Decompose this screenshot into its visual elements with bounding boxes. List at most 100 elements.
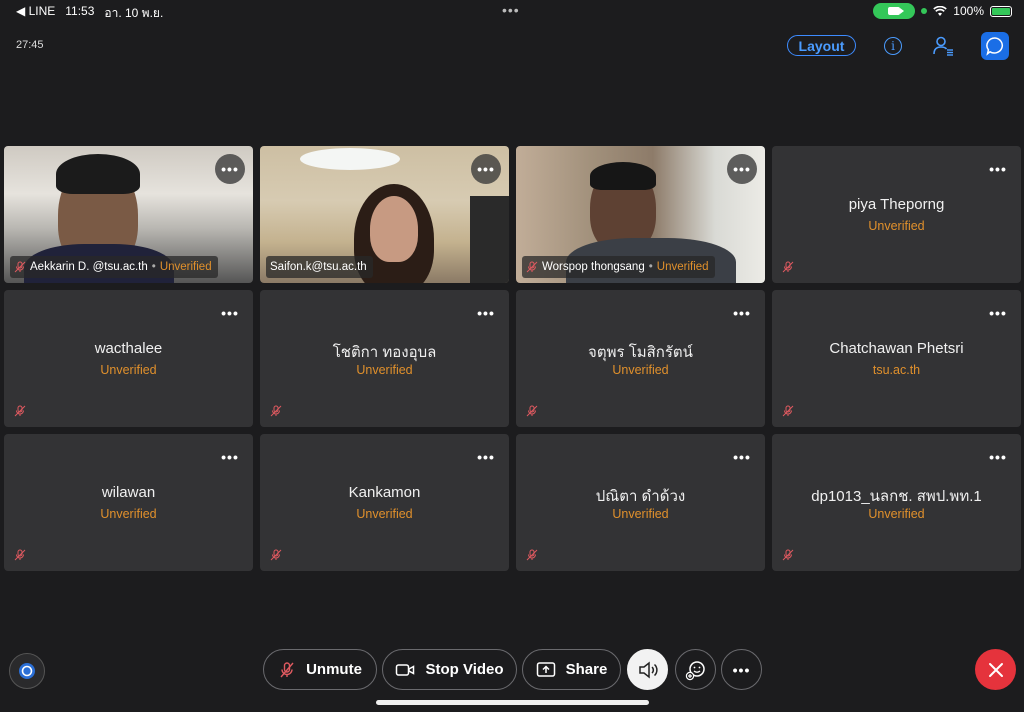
- tile-more-button[interactable]: •••: [727, 442, 757, 472]
- meeting-timer: 27:45: [16, 39, 44, 51]
- muted-mic-icon: [526, 549, 538, 561]
- multitask-dots[interactable]: •••: [502, 2, 520, 18]
- back-to-app-link[interactable]: ◀ LINE: [16, 4, 55, 23]
- muted-mic-icon: [280, 661, 294, 677]
- chat-button[interactable]: [981, 32, 1009, 60]
- participant-label: Saifon.k@tsu.ac.th: [266, 256, 373, 278]
- tile-more-button[interactable]: •••: [727, 154, 757, 184]
- tile-more-button[interactable]: •••: [215, 442, 245, 472]
- video-camera-icon: [396, 663, 415, 676]
- verification-status: Unverified: [868, 219, 925, 233]
- stop-video-button[interactable]: Stop Video: [382, 649, 517, 690]
- muted-mic-icon: [270, 405, 282, 417]
- unmute-button[interactable]: Unmute: [263, 649, 377, 690]
- battery-percent: 100%: [953, 4, 984, 18]
- video-tile[interactable]: ••• Worspop thongsang • Unverified: [516, 146, 765, 283]
- muted-mic-icon: [782, 261, 794, 273]
- participant-tile[interactable]: ••• ปณิตา ดำด้วง Unverified: [516, 434, 765, 571]
- audio-output-button[interactable]: [627, 649, 668, 690]
- participants-icon: [933, 36, 953, 56]
- info-icon: i: [884, 37, 902, 55]
- participant-name: Aekkarin D. @tsu.ac.th: [30, 261, 148, 273]
- participant-label: Aekkarin D. @tsu.ac.th • Unverified: [10, 256, 218, 278]
- participant-tile[interactable]: ••• wilawan Unverified: [4, 434, 253, 571]
- participant-name: wacthalee: [94, 340, 163, 357]
- status-time: 11:53: [65, 4, 95, 18]
- share-screen-icon: [536, 661, 555, 677]
- verification-status: Unverified: [656, 261, 709, 273]
- tile-more-button[interactable]: •••: [983, 442, 1013, 472]
- tile-more-button[interactable]: •••: [983, 298, 1013, 328]
- wifi-icon: [933, 5, 948, 16]
- muted-mic-icon: [782, 405, 794, 417]
- status-bar: ◀ LINE 11:53 อา. 10 พ.ย. ••• 100%: [0, 0, 1024, 22]
- home-indicator[interactable]: [376, 700, 649, 705]
- participant-tile[interactable]: ••• dp1013_นลกช. สพป.พท.1 Unverified: [772, 434, 1021, 571]
- end-call-button[interactable]: [975, 649, 1016, 690]
- muted-mic-icon: [782, 549, 794, 561]
- verification-status: Unverified: [612, 507, 669, 521]
- participant-tile[interactable]: ••• จตุพร โมสิกรัตน์ Unverified: [516, 290, 765, 427]
- verification-status: Unverified: [100, 507, 157, 521]
- close-icon: [988, 662, 1003, 677]
- verification-status: Unverified: [159, 261, 212, 273]
- chat-bubble-icon: [986, 37, 1004, 56]
- verification-status: Unverified: [356, 507, 413, 521]
- muted-mic-icon: [14, 405, 26, 417]
- camera-in-use-indicator: [873, 3, 916, 19]
- participant-name: Chatchawan Phetsri: [829, 340, 964, 357]
- participant-name: Worspop thongsang: [542, 261, 645, 273]
- more-dots-icon: •••: [732, 661, 751, 678]
- video-tile[interactable]: ••• Aekkarin D. @tsu.ac.th • Unverified: [4, 146, 253, 283]
- battery-icon: [990, 5, 1012, 17]
- assistant-icon: [19, 663, 35, 679]
- tile-more-button[interactable]: •••: [471, 154, 501, 184]
- participant-name: จตุพร โมสิกรัตน์: [588, 344, 693, 361]
- layout-button[interactable]: Layout: [787, 35, 856, 56]
- participant-name: โชติกา ทองอุบล: [332, 344, 437, 361]
- tile-more-button[interactable]: •••: [983, 154, 1013, 184]
- verification-status: tsu.ac.th: [872, 363, 921, 377]
- tile-more-button[interactable]: •••: [215, 298, 245, 328]
- muted-mic-icon: [526, 261, 538, 273]
- tile-more-button[interactable]: •••: [727, 298, 757, 328]
- unmute-label: Unmute: [306, 661, 362, 678]
- meeting-info-button[interactable]: i: [880, 33, 906, 59]
- stop-video-label: Stop Video: [425, 661, 504, 678]
- speaker-icon: [638, 660, 658, 679]
- muted-mic-icon: [270, 549, 282, 561]
- participant-tile[interactable]: ••• โชติกา ทองอุบล Unverified: [260, 290, 509, 427]
- participant-label: Worspop thongsang • Unverified: [522, 256, 715, 278]
- more-options-button[interactable]: •••: [721, 649, 762, 690]
- assistant-button[interactable]: [9, 653, 45, 689]
- share-button[interactable]: Share: [522, 649, 621, 690]
- verification-status: Unverified: [356, 363, 413, 377]
- muted-mic-icon: [14, 549, 26, 561]
- muted-mic-icon: [526, 405, 538, 417]
- emoji-reaction-icon: [685, 660, 705, 680]
- participant-tile[interactable]: ••• wacthalee Unverified: [4, 290, 253, 427]
- tile-more-button[interactable]: •••: [215, 154, 245, 184]
- tile-more-button[interactable]: •••: [471, 298, 501, 328]
- share-label: Share: [565, 661, 608, 678]
- participant-name: Saifon.k@tsu.ac.th: [270, 261, 367, 273]
- participant-name: ปณิตา ดำด้วง: [595, 488, 686, 505]
- participant-name: piya Theporng: [848, 196, 945, 213]
- camera-icon: [888, 7, 905, 15]
- privacy-dot-icon: [921, 8, 928, 14]
- participant-name: wilawan: [101, 484, 156, 501]
- verification-status: Unverified: [868, 507, 925, 521]
- participants-button[interactable]: [930, 33, 956, 59]
- muted-mic-icon: [14, 261, 26, 273]
- participant-name: dp1013_นลกช. สพป.พท.1: [811, 488, 982, 505]
- participant-tile[interactable]: ••• Kankamon Unverified: [260, 434, 509, 571]
- tile-more-button[interactable]: •••: [471, 442, 501, 472]
- video-tile[interactable]: ••• Saifon.k@tsu.ac.th: [260, 146, 509, 283]
- participant-tile[interactable]: ••• Chatchawan Phetsri tsu.ac.th: [772, 290, 1021, 427]
- participant-tile[interactable]: ••• piya Theporng Unverified: [772, 146, 1021, 283]
- verification-status: Unverified: [100, 363, 157, 377]
- reactions-button[interactable]: [675, 649, 716, 690]
- verification-status: Unverified: [612, 363, 669, 377]
- participant-name: Kankamon: [348, 484, 421, 501]
- status-date: อา. 10 พ.ย.: [104, 6, 164, 20]
